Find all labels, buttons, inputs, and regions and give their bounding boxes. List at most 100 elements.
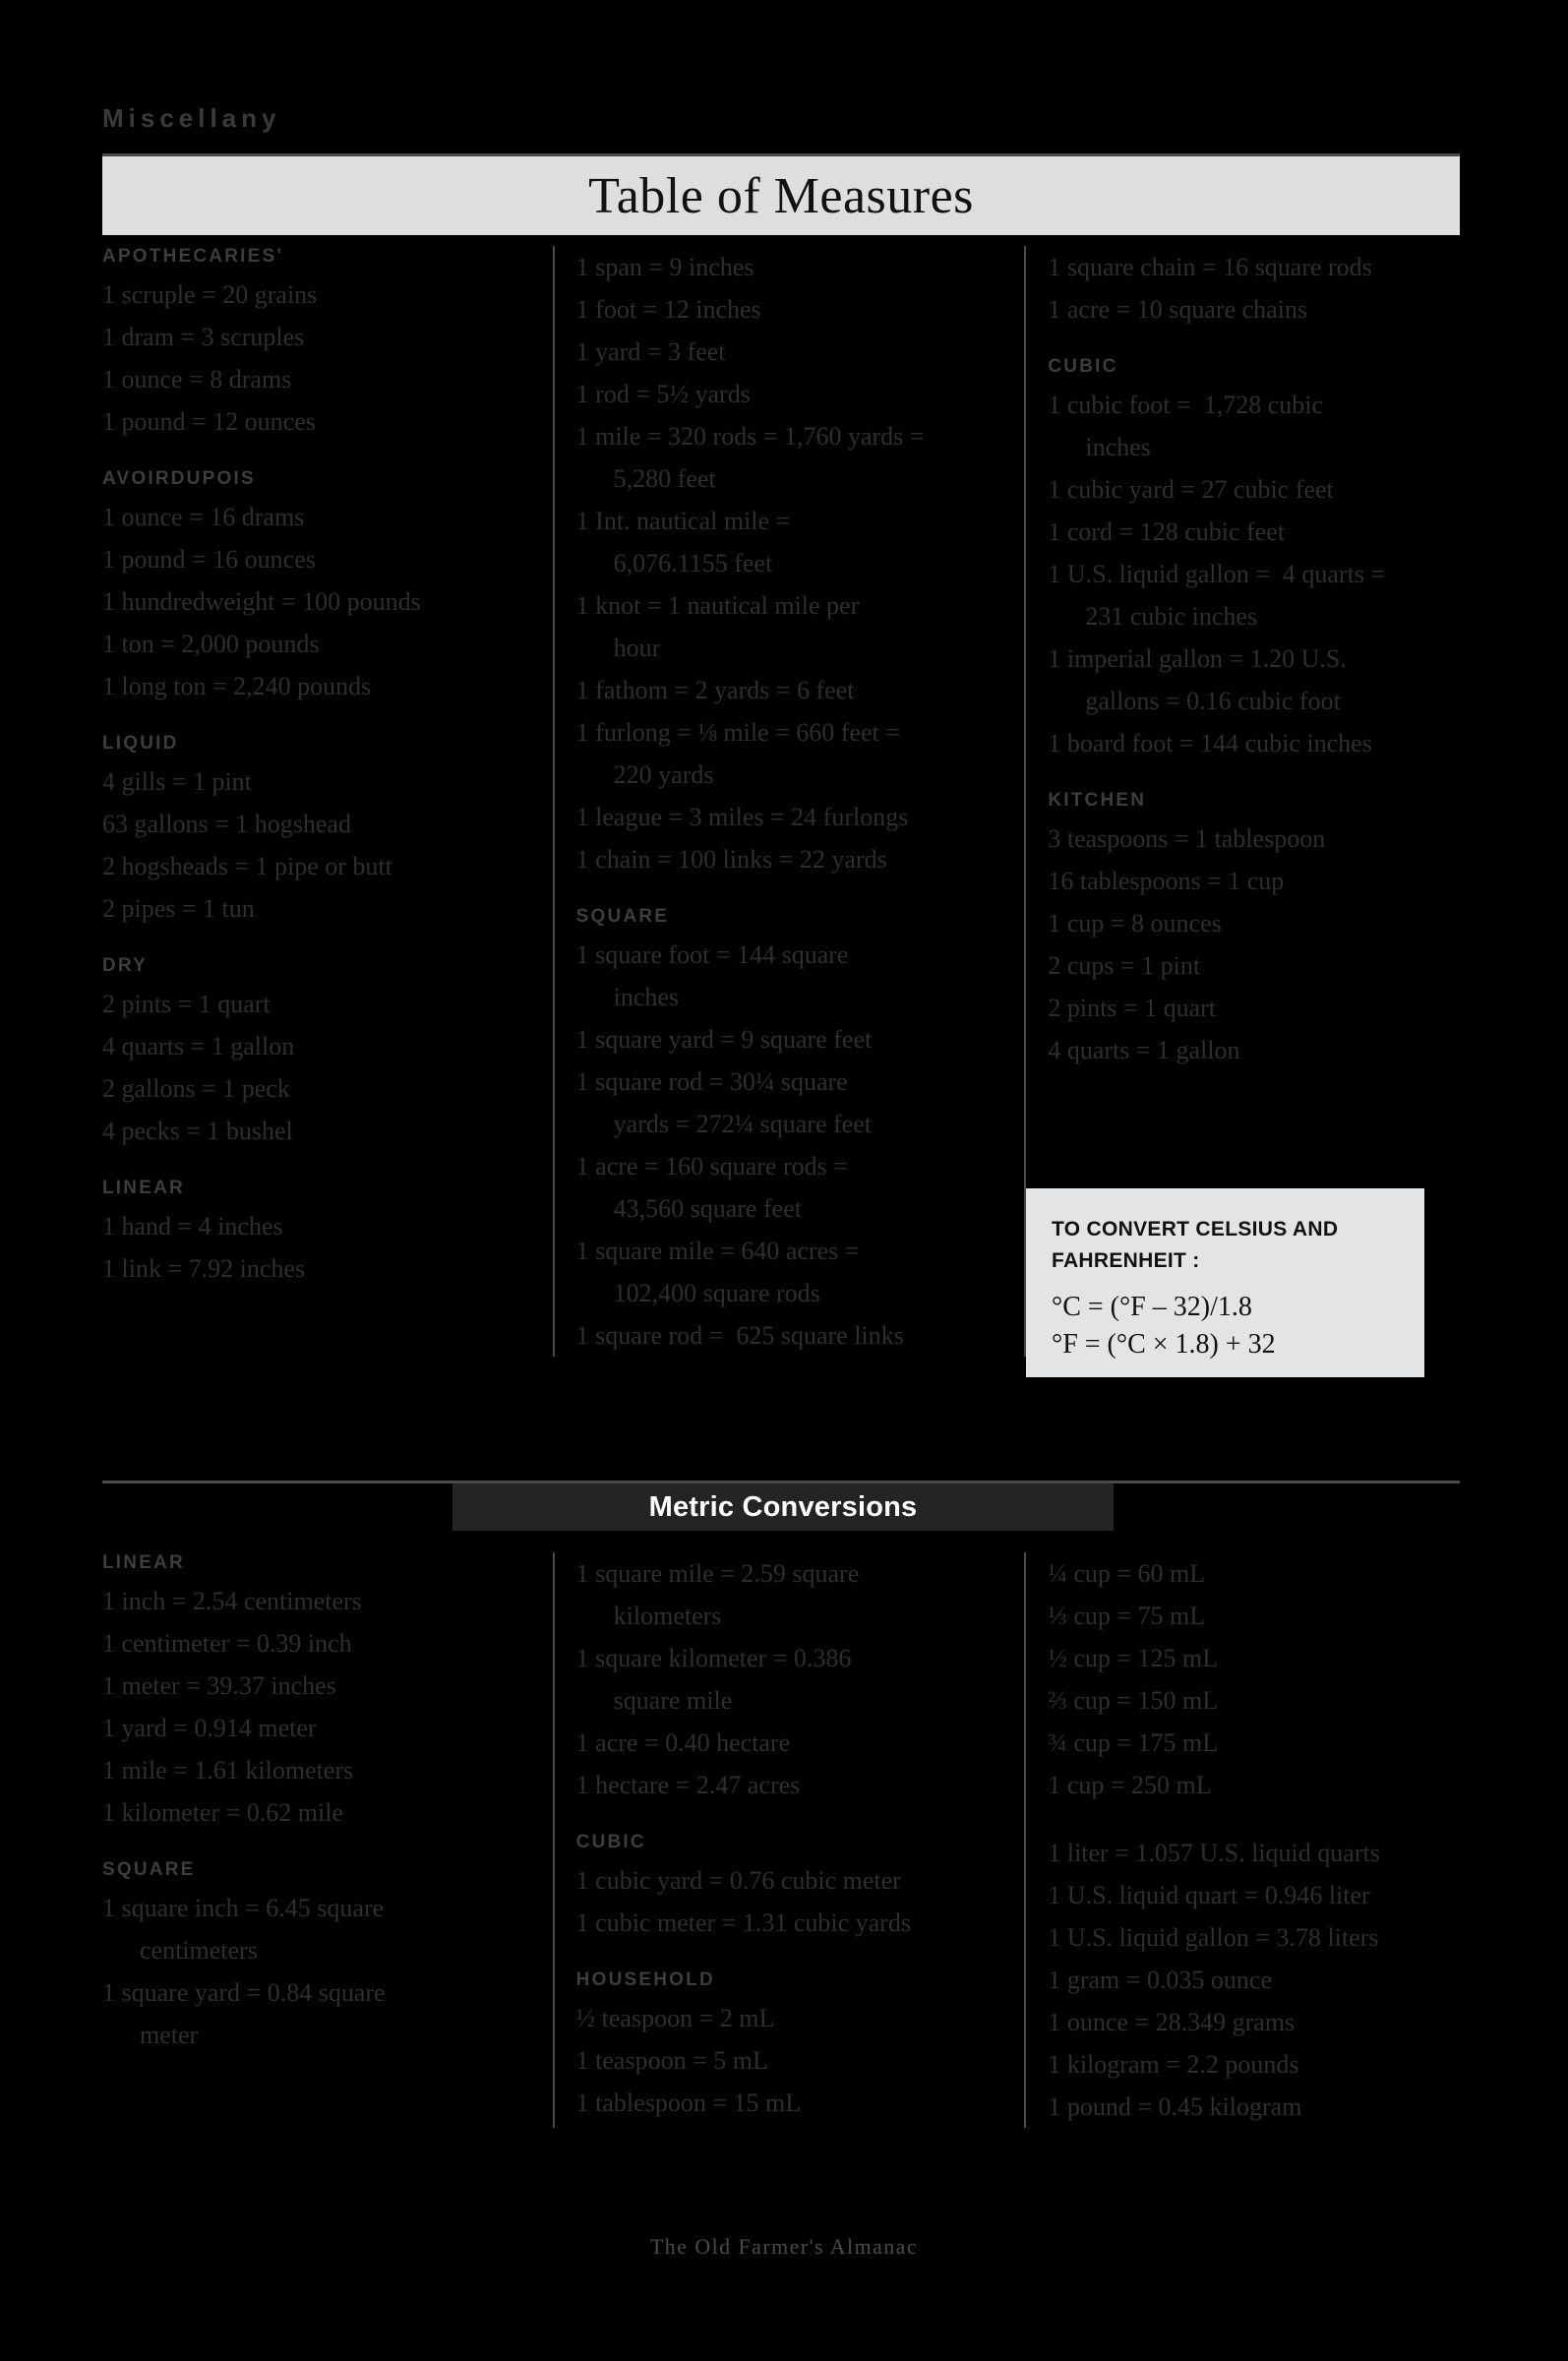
measure-line: 1 pound = 0.45 kilogram	[1048, 2092, 1302, 2121]
measure-line: 1 furlong = ⅛ mile = 660 feet =	[575, 718, 900, 747]
measure-line: 2 pints = 1 quart	[1048, 994, 1216, 1022]
measure-line: centimeters	[140, 1936, 258, 1965]
section-heading: LINEAR	[102, 1552, 185, 1573]
section-heading: LIQUID	[102, 733, 179, 754]
measure-line: 1 kilometer = 0.62 mile	[102, 1798, 344, 1827]
measure-section: ¼ cup = 60 mL ⅓ cup = 75 mL ½ cup = 125 mL…	[1048, 1552, 1460, 1806]
bottom-column-3: ¼ cup = 60 mL ⅓ cup = 75 mL ½ cup = 125 mL…	[1024, 1552, 1460, 2128]
measure-line: 1 cubic yard = 0.76 cubic meter	[575, 1866, 901, 1895]
measure-line: 1 U.S. liquid gallon = 3.78 liters	[1048, 1923, 1379, 1952]
measure-line: 1 Int. nautical mile =	[575, 507, 791, 535]
measure-line: 1 U.S. liquid quart = 0.946 liter	[1048, 1881, 1370, 1909]
measure-line: 2 cups = 1 pint	[1048, 951, 1201, 980]
measure-line: 1 cord = 128 cubic feet	[1048, 517, 1285, 546]
measure-line: 1 hundredweight = 100 pounds	[102, 587, 421, 616]
measure-line: 1 dram = 3 scruples	[102, 323, 305, 351]
measure-section: KITCHEN 3 teaspoons = 1 tablespoon 16 tabl…	[1048, 790, 1460, 1071]
section-heading: LINEAR	[102, 1178, 185, 1198]
measure-line: 1 rod = 5½ yards	[575, 380, 751, 408]
measure-line: 4 quarts = 1 gallon	[1048, 1036, 1240, 1064]
measure-line: 1 kilogram = 2.2 pounds	[1048, 2050, 1299, 2079]
measure-line: 1 span = 9 inches	[575, 253, 754, 281]
measure-line: kilometers	[613, 1602, 722, 1630]
measure-section: 1 liter = 1.057 U.S. liquid quarts 1 U.S.…	[1048, 1832, 1460, 2128]
measure-line: 1 U.S. liquid gallon = 4 quarts =	[1048, 560, 1386, 588]
measure-line: meter	[140, 2021, 199, 2049]
measure-line: 4 gills = 1 pint	[102, 767, 252, 796]
measure-line: 63 gallons = 1 hogshead	[102, 810, 351, 838]
measure-line: 1 acre = 10 square chains	[1048, 295, 1308, 324]
metric-conversions-band: Metric Conversions	[452, 1483, 1114, 1531]
measure-line: 1 cubic foot = 1,728 cubic	[1048, 391, 1323, 419]
measure-line: 3 teaspoons = 1 tablespoon	[1048, 824, 1326, 853]
section-heading: SQUARE	[102, 1859, 196, 1880]
page-title: Table of Measures	[588, 167, 974, 224]
almanac-page: Miscellany Table of Measures APOTHECARIE…	[0, 0, 1568, 2361]
measure-line: 1 pound = 16 ounces	[102, 545, 316, 574]
measure-line: 1 square rod = 30¼ square	[575, 1067, 848, 1096]
measure-section: LINEAR 1 hand = 4 inches 1 link = 7.92 inc…	[102, 1178, 533, 1290]
measure-line: 1 ounce = 16 drams	[102, 503, 305, 531]
measure-line: ½ cup = 125 mL	[1048, 1644, 1219, 1672]
measure-line: 4 pecks = 1 bushel	[102, 1117, 293, 1145]
section-heading: HOUSEHOLD	[575, 1969, 715, 1990]
measure-line: 43,560 square feet	[613, 1194, 802, 1223]
section-heading: APOTHECARIES'	[102, 246, 284, 267]
top-column-1: APOTHECARIES' 1 scruple = 20 grains 1 dram…	[102, 246, 553, 1357]
measure-line: 1 square kilometer = 0.386	[575, 1644, 852, 1672]
measure-line: 1 centimeter = 0.39 inch	[102, 1629, 352, 1658]
measure-line: ¾ cup = 175 mL	[1048, 1728, 1219, 1757]
measure-section: APOTHECARIES' 1 scruple = 20 grains 1 dram…	[102, 246, 533, 443]
measure-section: 1 span = 9 inches 1 foot = 12 inches 1 yar…	[576, 246, 1007, 880]
measure-section: 1 square mile = 2.59 square kilometers 1 s…	[576, 1552, 1007, 1806]
section-heading: CUBIC	[575, 1832, 646, 1852]
section-heading: CUBIC	[1048, 356, 1118, 377]
measure-line: 1 square inch = 6.45 square	[102, 1894, 385, 1922]
measure-line: 102,400 square rods	[613, 1279, 820, 1307]
section-heading: DRY	[102, 955, 149, 976]
measure-line: 1 acre = 0.40 hectare	[575, 1728, 791, 1757]
measure-line: ⅔ cup = 150 mL	[1048, 1686, 1219, 1715]
measure-section: DRY 2 pints = 1 quart 4 quarts = 1 gallon 2…	[102, 955, 533, 1152]
measure-line: 1 pound = 12 ounces	[102, 407, 316, 436]
measure-line: 1 teaspoon = 5 mL	[575, 2046, 768, 2075]
measure-line: 1 hectare = 2.47 acres	[575, 1771, 801, 1799]
measure-line: 220 yards	[613, 760, 714, 789]
measure-section: CUBIC 1 cubic yard = 0.76 cubic meter 1 cu…	[576, 1832, 1007, 1944]
measure-line: 1 square foot = 144 square	[575, 940, 849, 969]
measure-line: 1 liter = 1.057 U.S. liquid quarts	[1048, 1839, 1380, 1867]
measure-line: 1 link = 7.92 inches	[102, 1254, 306, 1283]
measure-line: ½ teaspoon = 2 mL	[575, 2004, 775, 2032]
section-heading: AVOIRDUPOIS	[102, 468, 256, 489]
measure-line: gallons = 0.16 cubic foot	[1085, 687, 1341, 715]
celsius-box-title-line1: TO CONVERT CELSIUS AND	[1052, 1218, 1339, 1241]
section-kicker: Miscellany	[102, 103, 281, 133]
measure-section: CUBIC 1 cubic foot = 1,728 cubic inches 1 c…	[1048, 356, 1460, 764]
measure-line: 1 knot = 1 nautical mile per	[575, 591, 860, 620]
measure-line: 1 hand = 4 inches	[102, 1212, 283, 1241]
celsius-box-title-line2: FAHRENHEIT :	[1052, 1249, 1200, 1272]
measure-line: 1 inch = 2.54 centimeters	[102, 1587, 362, 1615]
measure-line: 1 acre = 160 square rods =	[575, 1152, 848, 1180]
measure-line: 1 fathom = 2 yards = 6 feet	[575, 676, 855, 704]
measure-line: 1 square yard = 9 square feet	[575, 1025, 873, 1054]
measure-line: 1 ounce = 8 drams	[102, 365, 292, 394]
measure-line: 5,280 feet	[613, 464, 716, 493]
measure-line: 1 long ton = 2,240 pounds	[102, 672, 372, 700]
celsius-fahrenheit-box: TO CONVERT CELSIUS AND FAHRENHEIT : °C =…	[1026, 1188, 1424, 1377]
measure-line: 6,076.1155 feet	[613, 549, 773, 577]
measure-line: 1 square rod = 625 square links	[575, 1321, 904, 1350]
measure-line: 2 pipes = 1 tun	[102, 894, 255, 923]
measure-line: yards = 272¼ square feet	[613, 1110, 872, 1138]
measure-section: SQUARE 1 square foot = 144 square inches 1 …	[576, 906, 1007, 1357]
measure-line: 1 mile = 1.61 kilometers	[102, 1756, 354, 1785]
measure-line: 1 square mile = 640 acres =	[575, 1237, 860, 1265]
measure-line: 1 square mile = 2.59 square	[575, 1559, 860, 1588]
measure-section: SQUARE 1 square inch = 6.45 square centime…	[102, 1859, 533, 2056]
measure-line: 1 yard = 3 feet	[575, 337, 726, 366]
measure-line: 1 foot = 12 inches	[575, 295, 761, 324]
measure-line: 4 quarts = 1 gallon	[102, 1032, 295, 1060]
measure-line: 1 board foot = 144 cubic inches	[1048, 729, 1372, 757]
title-banner: Table of Measures	[102, 153, 1460, 235]
measure-line: 1 meter = 39.37 inches	[102, 1671, 336, 1700]
